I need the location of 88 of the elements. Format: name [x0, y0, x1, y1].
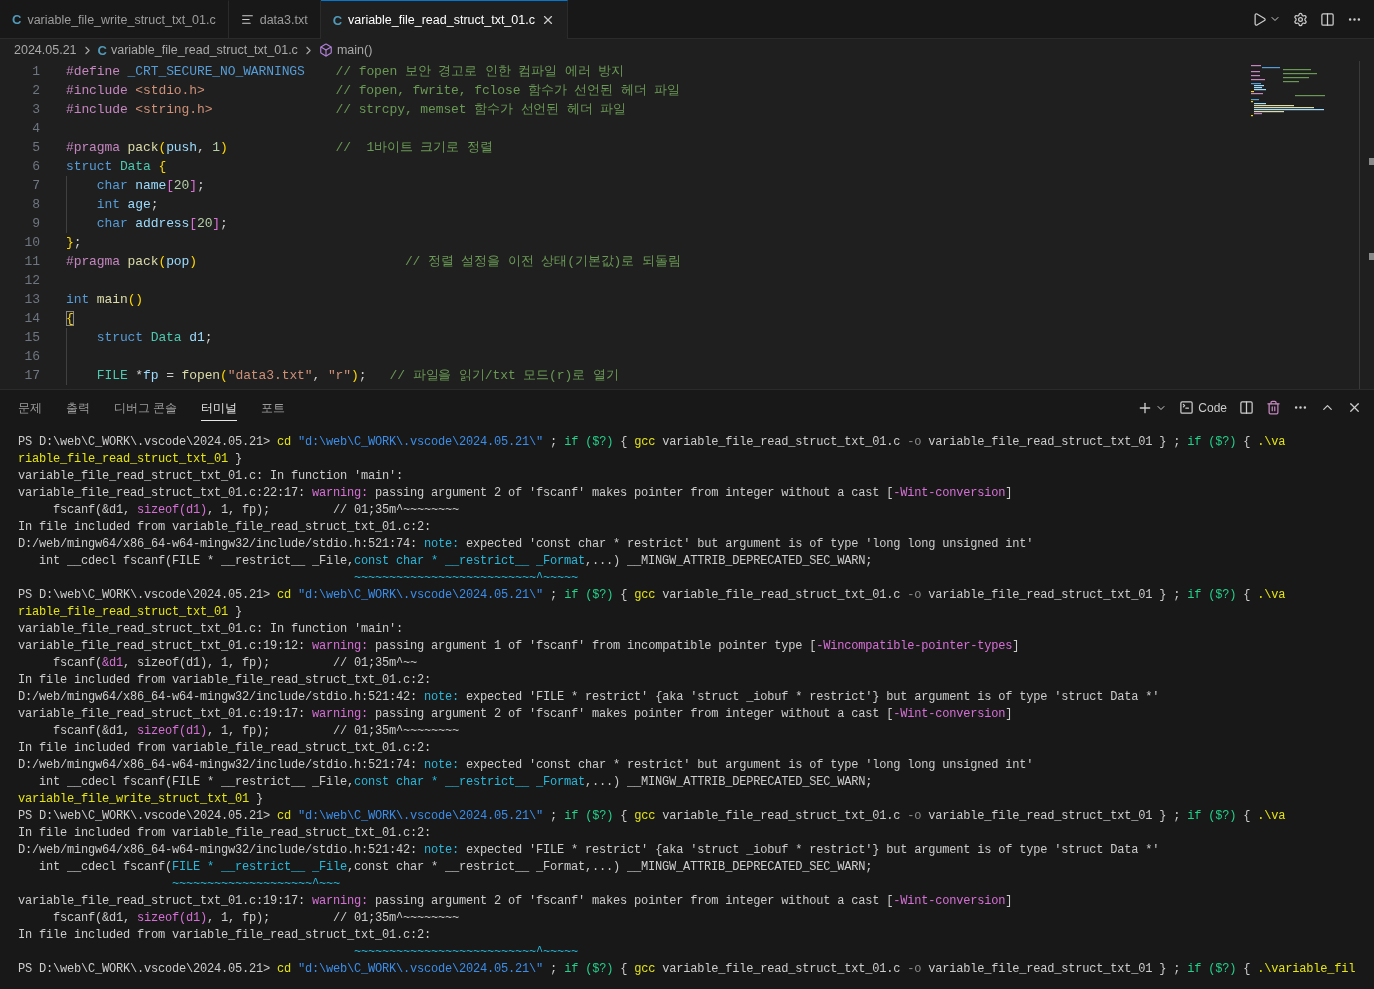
line-number: 6 — [31, 158, 41, 176]
code-line: FILE *fp = fopen("data3.txt", "r"); // 파일을 읽기/txt 모드(r)로 열기 — [95, 367, 620, 385]
terminal-line: fscanf(&d1, sizeof(d1), 1, fp); // 01;35m^~~ — [52, 655, 418, 672]
terminal-line: int __cdecl fscanf(FILE * __restrict__ _File,const char * __restrict__ _Format,...) __MINGW_ATTRIB_DEPRECATED_SEC_WARN; — [38, 553, 873, 570]
code-line: { — [66, 310, 75, 328]
terminal-line: D:/web/mingw64/x86_64-w64-mingw32/include/stdio.h:521:42: note: expected 'FILE * restrict' {aka 'struct _iobuf * restrict'} but argument is of type 'struct Data *' — [18, 842, 1160, 859]
terminal-profile[interactable]: Code — [1198, 400, 1227, 415]
line-number: 1 — [31, 63, 41, 81]
line-number: 16 — [23, 348, 41, 366]
terminal-line: riable_file_read_struct_txt_01 } — [18, 451, 243, 468]
terminal-line: variable_file_read_struct_txt_01.c:19:17: warning: passing argument 2 of 'fscanf' makes pointer from integer without a cast [-Wint-conversion] — [18, 893, 1013, 910]
panel-tab[interactable]: 포트 — [261, 394, 286, 421]
terminal-line: variable_file_read_struct_txt_01.c:19:12: warning: passing argument 1 of 'fscanf' from incompatible pointer type [-Wincompatible-pointer-types] — [18, 638, 1020, 655]
terminal-line: In file included from variable_file_read_struct_txt_01.c:2: — [18, 519, 432, 536]
code-line: #pragma pack(pop) // 정렬 설정을 이전 상태(기본값)로 되돌림 — [66, 253, 682, 271]
tab-label: variable_file_read_struct_txt_01.c — [348, 13, 535, 27]
line-number: 11 — [23, 253, 41, 271]
terminal-line: PS D:\web\C_WORK\.vscode\2024.05.21> cd "d:\web\C_WORK\.vscode\2024.05.21\" ; if ($?) { gcc variable_file_read_struct_txt_01.c -o variable_file_read_struct_txt_01 } ; if ($?) { .\variable_fil — [18, 961, 1356, 978]
terminal-line: D:/web/mingw64/x86_64-w64-mingw32/include/stdio.h:521:74: note: expected 'const char * restrict' but argument is of type 'long long unsigned int' — [18, 757, 1034, 774]
line-number: 8 — [31, 196, 41, 214]
terminal-line: fscanf(&d1, sizeof(d1), 1, fp); // 01;35m^~~~~~~~~ — [52, 723, 460, 740]
c-file-icon: C — [97, 42, 107, 58]
breadcrumb-item[interactable]: variable_file_read_struct_txt_01.c — [110, 43, 298, 57]
tab-label: data3.txt — [259, 12, 308, 27]
breadcrumb-item[interactable]: 2024.05.21 — [14, 43, 77, 57]
line-number: 12 — [23, 272, 41, 290]
terminal-line: In file included from variable_file_read_struct_txt_01.c:2: — [18, 740, 432, 757]
terminal-line: ~~~~~~~~~~~~~~~~~~~~~~~~~~^~~~~~ — [353, 570, 579, 587]
line-number: 4 — [31, 120, 41, 138]
code-line: }; — [66, 234, 83, 252]
line-number: 5 — [31, 139, 41, 157]
line-number: 14 — [23, 310, 41, 328]
split-terminal-icon[interactable] — [1239, 400, 1254, 415]
code-line: #pragma pack(push, 1) // 1바이트 크기로 정렬 — [66, 139, 494, 157]
line-number: 10 — [23, 234, 41, 252]
split-editor-icon[interactable] — [1320, 11, 1335, 27]
terminal-line: variable_file_read_struct_txt_01.c: In function 'main': — [18, 621, 404, 638]
terminal-line: ~~~~~~~~~~~~~~~~~~~~~~~~~~^~~~~~ — [353, 944, 579, 961]
terminal-icon[interactable] — [1179, 400, 1195, 415]
close-icon[interactable] — [1347, 400, 1362, 415]
code-line: char name[20]; — [95, 177, 206, 195]
code-line: int age; — [95, 196, 160, 214]
tab-label: variable_file_write_struct_txt_01.c — [27, 12, 216, 27]
terminal-line: In file included from variable_file_read_struct_txt_01.c:2: — [18, 825, 432, 842]
settings-icon[interactable] — [1293, 11, 1308, 27]
code-line: char address[20]; — [95, 215, 229, 233]
c-file-icon: C — [12, 12, 22, 27]
terminal-line: int __cdecl fscanf(FILE * __restrict__ _File,const char * __restrict__ _Format,...) __MINGW_ATTRIB_DEPRECATED_SEC_WARN; — [38, 859, 873, 876]
terminal-line: In file included from variable_file_read_struct_txt_01.c:2: — [18, 672, 432, 689]
terminal-line: ~~~~~~~~~~~~~~~~~~~~^~~~ — [171, 876, 341, 893]
terminal-line: int __cdecl fscanf(FILE * __restrict__ _File,const char * __restrict__ _Format,...) __MINGW_ATTRIB_DEPRECATED_SEC_WARN; — [38, 774, 873, 791]
code-line: #include <stdio.h> // fopen, fwrite, fclose 함수가 선언된 헤더 파일 — [66, 82, 682, 100]
c-file-icon: C — [332, 12, 343, 28]
cube-icon — [318, 43, 333, 57]
terminal-line: fscanf(&d1, sizeof(d1), 1, fp); // 01;35m^~~~~~~~~ — [52, 910, 460, 927]
terminal-line: variable_file_write_struct_txt_01 } — [18, 791, 264, 808]
panel-tab[interactable]: 문제 — [18, 394, 42, 421]
line-number: 7 — [31, 177, 41, 195]
terminal-line: riable_file_read_struct_txt_01 } — [18, 604, 243, 621]
terminal-line: variable_file_read_struct_txt_01.c:22:17: warning: passing argument 2 of 'fscanf' makes pointer from integer without a cast [-Wint-conversion] — [18, 485, 1013, 502]
terminal-line: D:/web/mingw64/x86_64-w64-mingw32/include/stdio.h:521:42: note: expected 'FILE * restrict' {aka 'struct _iobuf * restrict'} but argument is of type 'struct Data *' — [18, 689, 1160, 706]
terminal-line: fscanf(&d1, sizeof(d1), 1, fp); // 01;35m^~~~~~~~~ — [52, 502, 460, 519]
run-icon[interactable] — [1252, 11, 1267, 27]
terminal-line: D:/web/mingw64/x86_64-w64-mingw32/include/stdio.h:521:74: note: expected 'const char * restrict' but argument is of type 'long long unsigned int' — [18, 536, 1034, 553]
line-number: 9 — [31, 215, 41, 233]
code-line: #include <string.h> // strcpy, memset 함수가 선언된 헤더 파일 — [66, 101, 628, 119]
trash-icon[interactable] — [1266, 400, 1281, 415]
editor-tab[interactable]: C variable_file_read_struct_txt_01.c — [320, 0, 568, 39]
panel-tab[interactable]: 디버그 콘솔 — [114, 394, 178, 421]
panel-tab[interactable]: 터미널 — [201, 394, 238, 421]
line-number: 13 — [23, 291, 41, 309]
terminal-line: variable_file_read_struct_txt_01.c: In function 'main': — [18, 468, 404, 485]
code-line: struct Data d1; — [95, 329, 214, 347]
terminal-line: PS D:\web\C_WORK\.vscode\2024.05.21> cd "d:\web\C_WORK\.vscode\2024.05.21\" ; if ($?) { gcc variable_file_read_struct_txt_01.c -o variable_file_read_struct_txt_01 } ; if ($?) { .\va — [18, 434, 1286, 451]
line-number: 17 — [23, 367, 41, 385]
line-number: 2 — [31, 82, 41, 100]
line-number: 3 — [31, 101, 41, 119]
line-number: 15 — [23, 329, 41, 347]
code-line: int main() — [66, 291, 145, 309]
terminal-line: PS D:\web\C_WORK\.vscode\2024.05.21> cd "d:\web\C_WORK\.vscode\2024.05.21\" ; if ($?) { gcc variable_file_read_struct_txt_01.c -o variable_file_read_struct_txt_01 } ; if ($?) { .\va — [18, 808, 1286, 825]
terminal-line: variable_file_read_struct_txt_01.c:19:17: warning: passing argument 2 of 'fscanf' makes pointer from integer without a cast [-Wint-conversion] — [18, 706, 1013, 723]
panel-tab[interactable]: 출력 — [66, 394, 90, 421]
breadcrumb-item[interactable]: main() — [336, 43, 373, 57]
code-line: #define _CRT_SECURE_NO_WARNINGS // fopen 보안 경고로 인한 컴파일 에러 방지 — [66, 63, 625, 81]
terminal-line: In file included from variable_file_read_struct_txt_01.c:2: — [18, 927, 432, 944]
code-line: struct Data { — [66, 158, 168, 176]
terminal-line: PS D:\web\C_WORK\.vscode\2024.05.21> cd "d:\web\C_WORK\.vscode\2024.05.21\" ; if ($?) { gcc variable_file_read_struct_txt_01.c -o variable_file_read_struct_txt_01 } ; if ($?) { .\va — [18, 587, 1286, 604]
text-file-icon — [240, 13, 254, 26]
